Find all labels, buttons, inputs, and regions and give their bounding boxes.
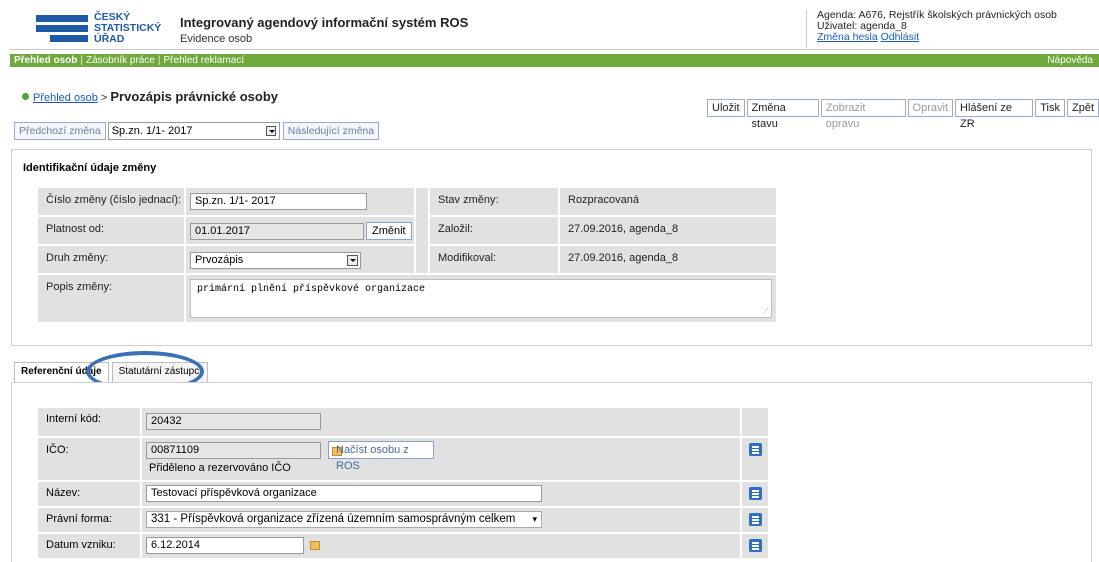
action-toolbar: Uložit Změna stavu Zobrazit opravu Oprav… bbox=[707, 99, 1099, 130]
detail-tabs: Referenční údaje Statutární zástupci bbox=[14, 362, 209, 382]
show-correction-button[interactable]: Zobrazit opravu bbox=[820, 99, 906, 130]
chevron-down-icon[interactable] bbox=[347, 255, 358, 266]
resize-grip-icon[interactable]: ⋰ bbox=[762, 307, 769, 316]
change-description-label: Popis změny: bbox=[38, 275, 184, 322]
founding-date-input[interactable]: 6.12.2014 bbox=[146, 537, 304, 554]
main-nav: Přehled osob | Zásobník práce | Přehled rekl… bbox=[10, 54, 1099, 67]
back-button[interactable]: Zpět bbox=[1066, 99, 1099, 117]
list-icon[interactable] bbox=[749, 487, 762, 500]
created-label: Založil: bbox=[430, 217, 558, 244]
validity-input: 01.01.2017 bbox=[190, 223, 364, 240]
internal-code-input: 20432 bbox=[146, 413, 321, 430]
app-header: ČESKÝ STATISTICKÝ ÚŘAD Integrovaný agend… bbox=[10, 8, 1099, 50]
modified-value: 27.09.2016, agenda_8 bbox=[560, 246, 776, 273]
list-icon[interactable] bbox=[749, 513, 762, 526]
tab-statutarni-zastupci[interactable]: Statutární zástupci bbox=[111, 362, 209, 382]
ico-label: IČO: bbox=[46, 444, 69, 456]
tab-referencni-udaje[interactable]: Referenční údaje bbox=[14, 362, 109, 382]
ico-input: 00871109 bbox=[146, 442, 321, 459]
nav-item-zasobnik-prace[interactable]: Zásobník práce bbox=[86, 55, 155, 66]
change-number-label: Číslo změny (číslo jednací): bbox=[38, 188, 184, 215]
status-dot-icon bbox=[22, 93, 29, 100]
print-button[interactable]: Tisk bbox=[1035, 99, 1065, 117]
csu-logo: ČESKÝ STATISTICKÝ ÚŘAD bbox=[36, 11, 166, 47]
legal-form-label: Právní forma: bbox=[46, 513, 113, 525]
identification-title: Identifikační údaje změny bbox=[23, 162, 157, 174]
app-title: Integrovaný agendový informační systém R… bbox=[180, 15, 469, 30]
chevron-down-icon[interactable] bbox=[265, 126, 276, 136]
modified-label: Modifikoval: bbox=[430, 246, 558, 273]
next-change-button[interactable]: Následující změna bbox=[282, 122, 380, 140]
legal-form-select[interactable]: 331 - Příspěvková organizace zřízená úze… bbox=[146, 511, 542, 528]
correct-button[interactable]: Opravit bbox=[907, 99, 954, 117]
identification-panel: Identifikační údaje změny Číslo změny (č… bbox=[11, 149, 1092, 346]
list-icon[interactable] bbox=[749, 539, 762, 552]
page-title: Prvozápis právnické osoby bbox=[110, 89, 279, 104]
breadcrumb-link-prehled-osob[interactable]: Přehled osob bbox=[33, 92, 98, 104]
previous-change-button[interactable]: Předchozí změna bbox=[14, 122, 106, 140]
change-state-button[interactable]: Změna stavu bbox=[746, 99, 819, 130]
save-button[interactable]: Uložit bbox=[707, 99, 745, 117]
change-type-select[interactable]: Prvozápis bbox=[190, 252, 361, 269]
report-zr-button[interactable]: Hlášení ze ZR bbox=[955, 99, 1034, 130]
nav-item-prehled-osob[interactable]: Přehled osob bbox=[14, 55, 77, 66]
change-validity-button[interactable]: Změnit bbox=[366, 222, 412, 240]
help-link[interactable]: Nápověda bbox=[1047, 54, 1093, 67]
change-description-textarea[interactable]: primární plnění příspěvkové organizace ⋰ bbox=[190, 279, 772, 318]
change-type-label: Druh změny: bbox=[38, 246, 184, 273]
user-panel: Agenda: A676, Rejstřík školských právnic… bbox=[806, 10, 1099, 48]
calendar-icon[interactable] bbox=[310, 541, 320, 550]
created-value: 27.09.2016, agenda_8 bbox=[560, 217, 776, 244]
change-number-input[interactable]: Sp.zn. 1/1- 2017 bbox=[190, 193, 367, 210]
change-navigation: Předchozí změna Sp.zn. 1/1- 2017 Následu… bbox=[14, 122, 380, 140]
logout-link[interactable]: Odhlásit bbox=[881, 31, 920, 43]
state-label: Stav změny: bbox=[430, 188, 558, 215]
app-subtitle: Evidence osob bbox=[180, 33, 253, 45]
nav-item-prehled-reklamaci[interactable]: Přehled reklamací bbox=[164, 55, 245, 66]
ico-note: Přiděleno a rezervováno IČO bbox=[149, 462, 291, 474]
internal-code-label: Interní kód: bbox=[46, 413, 102, 425]
load-person-from-ros-button[interactable]: Načíst osobu z ROS bbox=[328, 441, 434, 472]
founding-date-label: Datum vzniku: bbox=[46, 539, 116, 551]
change-password-link[interactable]: Změna hesla bbox=[817, 31, 878, 43]
validity-label: Platnost od: bbox=[38, 217, 184, 244]
chevron-down-icon[interactable]: ▾ bbox=[532, 512, 537, 527]
change-select[interactable]: Sp.zn. 1/1- 2017 bbox=[107, 122, 280, 140]
list-icon[interactable] bbox=[749, 443, 762, 456]
state-value: Rozpracovaná bbox=[560, 188, 776, 215]
breadcrumb: Přehled osob > Prvozápis právnické osoby bbox=[22, 89, 278, 104]
reference-panel: Interní kód: IČO: Název: Právní forma: D… bbox=[11, 382, 1092, 562]
name-label: Název: bbox=[46, 487, 81, 499]
name-input[interactable]: Testovací příspěvková organizace bbox=[146, 485, 542, 502]
